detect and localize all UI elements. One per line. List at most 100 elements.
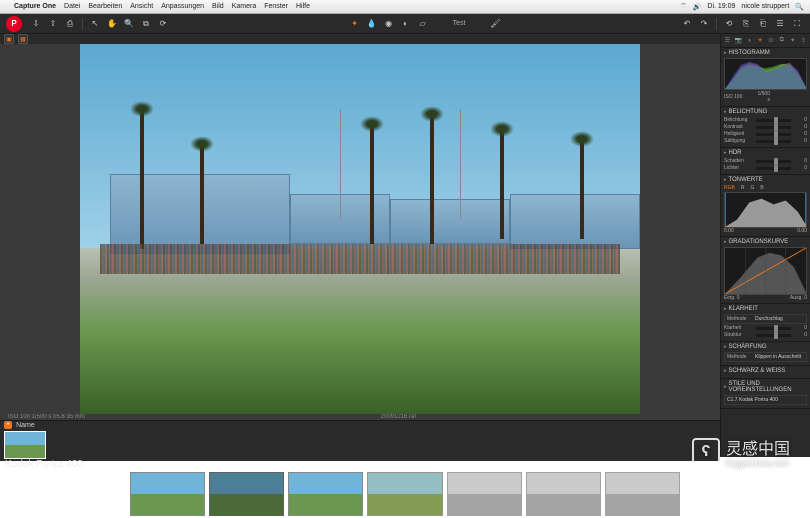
menu-camera[interactable]: Kamera bbox=[232, 3, 257, 10]
color-tag-icon[interactable]: • bbox=[4, 421, 12, 429]
tool-tabs: ☰ 📷 ◑ ☀ ⊙ ⧉ ✦ ⇪ bbox=[721, 34, 810, 48]
histogram-panel: Histogramm ISO 1001/500 s bbox=[721, 48, 810, 107]
curve-graph[interactable] bbox=[724, 247, 807, 295]
tab-output-icon[interactable]: ⇪ bbox=[799, 36, 808, 46]
paste-adjust-icon[interactable]: ⎗ bbox=[756, 17, 770, 31]
clarity-slider[interactable]: Klarheit0 bbox=[724, 325, 807, 331]
expand-icon[interactable]: ⛶ bbox=[790, 17, 804, 31]
wifi-icon[interactable]: ⌔ bbox=[680, 2, 687, 11]
watermark-url: lingganchina.com bbox=[726, 459, 790, 468]
pinterest-badge-icon[interactable]: P bbox=[6, 16, 22, 32]
view-mode-2-icon[interactable]: ▦ bbox=[18, 34, 28, 44]
style-preset[interactable]: C1.7 Kodak Portra 400 bbox=[724, 395, 807, 405]
undo-icon[interactable]: ↶ bbox=[680, 17, 694, 31]
histogram-title[interactable]: Histogramm bbox=[724, 50, 807, 56]
watermark: ʕ 灵感中国 lingganchina.com bbox=[692, 435, 790, 468]
copy-adjust-icon[interactable]: ⎘ bbox=[739, 17, 753, 31]
menu-help[interactable]: Hilfe bbox=[296, 3, 310, 10]
preset-thumb[interactable] bbox=[288, 472, 363, 516]
export-icon[interactable]: ⇧ bbox=[46, 17, 60, 31]
cursor-icon[interactable]: ↖ bbox=[88, 17, 102, 31]
contrast-slider[interactable]: Kontrast0 bbox=[724, 124, 807, 130]
viewer-tabs: ▣ ▦ bbox=[0, 34, 720, 44]
sort-label[interactable]: Name bbox=[16, 422, 35, 429]
preset-thumb[interactable] bbox=[130, 472, 205, 516]
preset-thumb[interactable] bbox=[447, 472, 522, 516]
tab-exposure-icon[interactable]: ☀ bbox=[756, 36, 765, 46]
wb-picker-icon[interactable]: 💧 bbox=[365, 17, 379, 31]
exposure-title[interactable]: Belichtung bbox=[724, 109, 807, 115]
app-menu[interactable]: Capture One bbox=[14, 3, 56, 10]
main-toolbar: P ⇩ ⇧ ⎙ ↖ ✋ 🔍 ⧉ ⟳ ✦ 💧 ◉ ◐ ▱ Test 🖌 ↶ ↷ ⟲… bbox=[0, 14, 810, 34]
structure-slider[interactable]: Struktur0 bbox=[724, 332, 807, 338]
thumbnail[interactable]: Kodak Portra 400 bbox=[4, 431, 46, 459]
sharpening-method[interactable]: MethodeKlippen in Ausschnitt bbox=[724, 352, 807, 362]
image-viewer[interactable] bbox=[0, 44, 720, 414]
hdr-panel: HDR Schatten0 Lichter0 bbox=[721, 148, 810, 175]
user-name[interactable]: nicole struppert bbox=[741, 3, 789, 10]
zoom-icon[interactable]: 🔍 bbox=[122, 17, 136, 31]
preset-thumb[interactable] bbox=[367, 472, 442, 516]
menu-image[interactable]: Bild bbox=[212, 3, 224, 10]
levels-graph[interactable] bbox=[724, 192, 807, 228]
spot-icon[interactable]: ◉ bbox=[382, 17, 396, 31]
view-mode-1-icon[interactable]: ▣ bbox=[4, 34, 14, 44]
brightness-slider[interactable]: Helligkeit0 bbox=[724, 131, 807, 137]
tab-color-icon[interactable]: ◑ bbox=[745, 36, 754, 46]
clock: Di. 19:09 bbox=[707, 3, 735, 10]
saturation-slider[interactable]: Sättigung0 bbox=[724, 138, 807, 144]
redo-icon[interactable]: ↷ bbox=[697, 17, 711, 31]
tab-detail-icon[interactable]: ✦ bbox=[788, 36, 797, 46]
print-icon[interactable]: ⎙ bbox=[63, 17, 77, 31]
levels-title[interactable]: Tonwerte bbox=[724, 177, 807, 183]
curve-title[interactable]: Gradationskurve bbox=[724, 239, 807, 245]
tab-crop-icon[interactable]: ⧉ bbox=[777, 36, 786, 46]
preview-image bbox=[80, 44, 640, 414]
highlights-slider[interactable]: Lichter0 bbox=[724, 165, 807, 171]
mask-icon[interactable]: ◐ bbox=[399, 17, 413, 31]
menu-edit[interactable]: Bearbeiten bbox=[88, 3, 122, 10]
watermark-text: 灵感中国 bbox=[726, 435, 790, 459]
sharpening-title[interactable]: Schärfung bbox=[724, 344, 807, 350]
preset-thumb[interactable] bbox=[605, 472, 680, 516]
thumbnail-caption: Kodak Portra 400 bbox=[5, 459, 83, 470]
viewer-pane: ▣ ▦ ISO 100 1/500 s f/5.6 35 mm 20091216… bbox=[0, 34, 720, 457]
keystone-icon[interactable]: ▱ bbox=[416, 17, 430, 31]
menu-file[interactable]: Datei bbox=[64, 3, 80, 10]
filmstrip[interactable]: Kodak Portra 400 bbox=[0, 429, 720, 461]
preset-preview-strip bbox=[130, 470, 680, 518]
volume-icon[interactable]: 🔊 bbox=[693, 3, 702, 11]
levels-panel: Tonwerte RGBRGB 0.000.00 bbox=[721, 175, 810, 237]
menu-adjustments[interactable]: Anpassungen bbox=[161, 3, 204, 10]
hdr-title[interactable]: HDR bbox=[724, 150, 807, 156]
clarity-method[interactable]: MethodeDurchschlag bbox=[724, 314, 807, 324]
app-window: Capture One Datei Bearbeiten Ansicht Anp… bbox=[0, 0, 810, 457]
hand-icon[interactable]: ✋ bbox=[105, 17, 119, 31]
reset-icon[interactable]: ⟲ bbox=[722, 17, 736, 31]
menu-window[interactable]: Fenster bbox=[264, 3, 288, 10]
preset-thumb[interactable] bbox=[526, 472, 601, 516]
exposure-panel: Belichtung Belichtung0 Kontrast0 Helligk… bbox=[721, 107, 810, 148]
tab-lens-icon[interactable]: ⊙ bbox=[767, 36, 776, 46]
tab-capture-icon[interactable]: 📷 bbox=[734, 36, 743, 46]
styles-title[interactable]: Stile und Voreinstellungen bbox=[724, 381, 807, 393]
bw-title[interactable]: Schwarz & Weiss bbox=[724, 368, 807, 374]
tab-library-icon[interactable]: ☰ bbox=[723, 36, 732, 46]
exposure-slider[interactable]: Belichtung0 bbox=[724, 117, 807, 123]
clarity-title[interactable]: Klarheit bbox=[724, 306, 807, 312]
curve-panel: Gradationskurve Eing. 0Ausg. 0 bbox=[721, 237, 810, 304]
shadows-slider[interactable]: Schatten0 bbox=[724, 158, 807, 164]
menu-view[interactable]: Ansicht bbox=[130, 3, 153, 10]
preset-thumb[interactable] bbox=[209, 472, 284, 516]
crop-icon[interactable]: ⧉ bbox=[139, 17, 153, 31]
pick-tool-icon[interactable]: ✦ bbox=[348, 17, 362, 31]
spotlight-icon[interactable]: 🔍 bbox=[795, 3, 804, 11]
brush-icon[interactable]: 🖌 bbox=[488, 17, 502, 31]
import-icon[interactable]: ⇩ bbox=[29, 17, 43, 31]
styles-panel: Stile und Voreinstellungen C1.7 Kodak Po… bbox=[721, 379, 810, 409]
preset-icon[interactable]: ☰ bbox=[773, 17, 787, 31]
tools-pane: ☰ 📷 ◑ ☀ ⊙ ⧉ ✦ ⇪ Histogramm ISO 10 bbox=[720, 34, 810, 457]
rotate-icon[interactable]: ⟳ bbox=[156, 17, 170, 31]
clarity-panel: Klarheit MethodeDurchschlag Klarheit0 St… bbox=[721, 304, 810, 342]
bw-panel: Schwarz & Weiss bbox=[721, 366, 810, 379]
